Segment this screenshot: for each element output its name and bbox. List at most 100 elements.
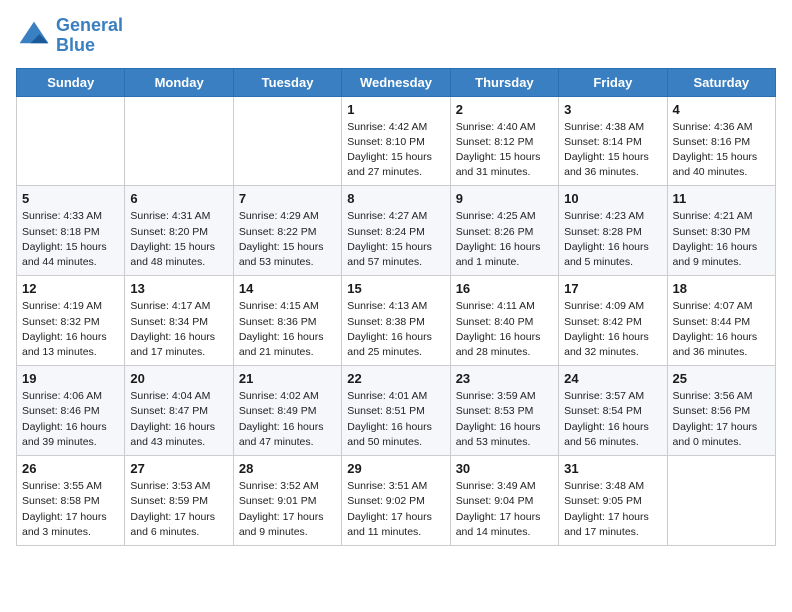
calendar-day-cell: 1 Sunrise: 4:42 AM Sunset: 8:10 PM Daylig…: [342, 96, 450, 186]
day-number: 20: [130, 371, 227, 386]
day-number: 27: [130, 461, 227, 476]
calendar-day-cell: 20 Sunrise: 4:04 AM Sunset: 8:47 PM Dayli…: [125, 366, 233, 456]
calendar-header-sunday: Sunday: [17, 68, 125, 96]
day-number: 7: [239, 191, 336, 206]
calendar-header-saturday: Saturday: [667, 68, 775, 96]
day-info: Sunrise: 4:42 AM Sunset: 8:10 PM Dayligh…: [347, 120, 444, 181]
calendar-day-cell: 27 Sunrise: 3:53 AM Sunset: 8:59 PM Dayli…: [125, 456, 233, 546]
calendar-day-cell: 30Sunrise: 3:49 AM Sunset: 9:04 PM Dayli…: [450, 456, 558, 546]
calendar-day-cell: 3 Sunrise: 4:38 AM Sunset: 8:14 PM Daylig…: [559, 96, 667, 186]
day-info: Sunrise: 4:17 AM Sunset: 8:34 PM Dayligh…: [130, 299, 227, 360]
day-info: Sunrise: 3:52 AM Sunset: 9:01 PM Dayligh…: [239, 479, 336, 540]
day-info: Sunrise: 4:02 AM Sunset: 8:49 PM Dayligh…: [239, 389, 336, 450]
calendar-day-cell: [667, 456, 775, 546]
day-info: Sunrise: 4:13 AM Sunset: 8:38 PM Dayligh…: [347, 299, 444, 360]
day-info: Sunrise: 4:11 AM Sunset: 8:40 PM Dayligh…: [456, 299, 553, 360]
calendar-day-cell: 16 Sunrise: 4:11 AM Sunset: 8:40 PM Dayli…: [450, 276, 558, 366]
day-number: 26: [22, 461, 119, 476]
day-number: 16: [456, 281, 553, 296]
calendar-day-cell: 11 Sunrise: 4:21 AM Sunset: 8:30 PM Dayli…: [667, 186, 775, 276]
day-info: Sunrise: 4:38 AM Sunset: 8:14 PM Dayligh…: [564, 120, 661, 181]
calendar-week-row: 26 Sunrise: 3:55 AM Sunset: 8:58 PM Dayli…: [17, 456, 776, 546]
calendar-day-cell: 19 Sunrise: 4:06 AM Sunset: 8:46 PM Dayli…: [17, 366, 125, 456]
calendar-day-cell: 12Sunrise: 4:19 AM Sunset: 8:32 PM Dayli…: [17, 276, 125, 366]
calendar-day-cell: 17Sunrise: 4:09 AM Sunset: 8:42 PM Dayli…: [559, 276, 667, 366]
calendar-day-cell: 29 Sunrise: 3:51 AM Sunset: 9:02 PM Dayli…: [342, 456, 450, 546]
calendar-day-cell: [125, 96, 233, 186]
day-info: Sunrise: 4:31 AM Sunset: 8:20 PM Dayligh…: [130, 209, 227, 270]
day-info: Sunrise: 4:27 AM Sunset: 8:24 PM Dayligh…: [347, 209, 444, 270]
day-number: 23: [456, 371, 553, 386]
day-info: Sunrise: 4:04 AM Sunset: 8:47 PM Dayligh…: [130, 389, 227, 450]
day-number: 15: [347, 281, 444, 296]
day-number: 2: [456, 102, 553, 117]
day-info: Sunrise: 3:51 AM Sunset: 9:02 PM Dayligh…: [347, 479, 444, 540]
logo: General Blue: [16, 16, 123, 56]
calendar-header-tuesday: Tuesday: [233, 68, 341, 96]
calendar-day-cell: 28Sunrise: 3:52 AM Sunset: 9:01 PM Dayli…: [233, 456, 341, 546]
day-number: 10: [564, 191, 661, 206]
calendar-header-friday: Friday: [559, 68, 667, 96]
logo-icon: [16, 18, 52, 54]
calendar-day-cell: 13 Sunrise: 4:17 AM Sunset: 8:34 PM Dayli…: [125, 276, 233, 366]
day-number: 5: [22, 191, 119, 206]
day-number: 11: [673, 191, 770, 206]
day-info: Sunrise: 4:29 AM Sunset: 8:22 PM Dayligh…: [239, 209, 336, 270]
day-number: 21: [239, 371, 336, 386]
calendar-day-cell: 31Sunrise: 3:48 AM Sunset: 9:05 PM Dayli…: [559, 456, 667, 546]
calendar-day-cell: 22 Sunrise: 4:01 AM Sunset: 8:51 PM Dayli…: [342, 366, 450, 456]
day-number: 9: [456, 191, 553, 206]
day-info: Sunrise: 4:15 AM Sunset: 8:36 PM Dayligh…: [239, 299, 336, 360]
calendar-day-cell: 25 Sunrise: 3:56 AM Sunset: 8:56 PM Dayli…: [667, 366, 775, 456]
day-number: 6: [130, 191, 227, 206]
day-info: Sunrise: 3:48 AM Sunset: 9:05 PM Dayligh…: [564, 479, 661, 540]
calendar-day-cell: 6 Sunrise: 4:31 AM Sunset: 8:20 PM Daylig…: [125, 186, 233, 276]
calendar-day-cell: 14 Sunrise: 4:15 AM Sunset: 8:36 PM Dayli…: [233, 276, 341, 366]
day-number: 1: [347, 102, 444, 117]
day-info: Sunrise: 4:01 AM Sunset: 8:51 PM Dayligh…: [347, 389, 444, 450]
day-info: Sunrise: 3:55 AM Sunset: 8:58 PM Dayligh…: [22, 479, 119, 540]
calendar-day-cell: 8 Sunrise: 4:27 AM Sunset: 8:24 PM Daylig…: [342, 186, 450, 276]
day-number: 29: [347, 461, 444, 476]
calendar-day-cell: [233, 96, 341, 186]
day-number: 22: [347, 371, 444, 386]
page-header: General Blue: [16, 16, 776, 56]
calendar-week-row: 1 Sunrise: 4:42 AM Sunset: 8:10 PM Daylig…: [17, 96, 776, 186]
calendar-header-row: SundayMondayTuesdayWednesdayThursdayFrid…: [17, 68, 776, 96]
day-info: Sunrise: 3:56 AM Sunset: 8:56 PM Dayligh…: [673, 389, 770, 450]
day-number: 24: [564, 371, 661, 386]
day-number: 4: [673, 102, 770, 117]
day-info: Sunrise: 4:23 AM Sunset: 8:28 PM Dayligh…: [564, 209, 661, 270]
day-info: Sunrise: 3:53 AM Sunset: 8:59 PM Dayligh…: [130, 479, 227, 540]
day-info: Sunrise: 4:06 AM Sunset: 8:46 PM Dayligh…: [22, 389, 119, 450]
calendar-day-cell: 24Sunrise: 3:57 AM Sunset: 8:54 PM Dayli…: [559, 366, 667, 456]
calendar-table: SundayMondayTuesdayWednesdayThursdayFrid…: [16, 68, 776, 546]
calendar-day-cell: 15 Sunrise: 4:13 AM Sunset: 8:38 PM Dayli…: [342, 276, 450, 366]
calendar-day-cell: 7 Sunrise: 4:29 AM Sunset: 8:22 PM Daylig…: [233, 186, 341, 276]
day-number: 3: [564, 102, 661, 117]
calendar-week-row: 5 Sunrise: 4:33 AM Sunset: 8:18 PM Daylig…: [17, 186, 776, 276]
day-info: Sunrise: 4:36 AM Sunset: 8:16 PM Dayligh…: [673, 120, 770, 181]
day-number: 8: [347, 191, 444, 206]
calendar-header-wednesday: Wednesday: [342, 68, 450, 96]
calendar-day-cell: 10 Sunrise: 4:23 AM Sunset: 8:28 PM Dayli…: [559, 186, 667, 276]
day-info: Sunrise: 4:07 AM Sunset: 8:44 PM Dayligh…: [673, 299, 770, 360]
day-info: Sunrise: 4:33 AM Sunset: 8:18 PM Dayligh…: [22, 209, 119, 270]
day-info: Sunrise: 4:25 AM Sunset: 8:26 PM Dayligh…: [456, 209, 553, 270]
calendar-day-cell: 2 Sunrise: 4:40 AM Sunset: 8:12 PM Daylig…: [450, 96, 558, 186]
day-number: 19: [22, 371, 119, 386]
calendar-day-cell: 18Sunrise: 4:07 AM Sunset: 8:44 PM Dayli…: [667, 276, 775, 366]
logo-text: General Blue: [56, 16, 123, 56]
day-number: 25: [673, 371, 770, 386]
calendar-day-cell: 26 Sunrise: 3:55 AM Sunset: 8:58 PM Dayli…: [17, 456, 125, 546]
calendar-day-cell: [17, 96, 125, 186]
calendar-day-cell: 21 Sunrise: 4:02 AM Sunset: 8:49 PM Dayli…: [233, 366, 341, 456]
day-info: Sunrise: 4:40 AM Sunset: 8:12 PM Dayligh…: [456, 120, 553, 181]
calendar-header-monday: Monday: [125, 68, 233, 96]
calendar-week-row: 19 Sunrise: 4:06 AM Sunset: 8:46 PM Dayli…: [17, 366, 776, 456]
day-number: 14: [239, 281, 336, 296]
day-info: Sunrise: 4:21 AM Sunset: 8:30 PM Dayligh…: [673, 209, 770, 270]
day-info: Sunrise: 4:09 AM Sunset: 8:42 PM Dayligh…: [564, 299, 661, 360]
calendar-day-cell: 9 Sunrise: 4:25 AM Sunset: 8:26 PM Daylig…: [450, 186, 558, 276]
day-number: 13: [130, 281, 227, 296]
